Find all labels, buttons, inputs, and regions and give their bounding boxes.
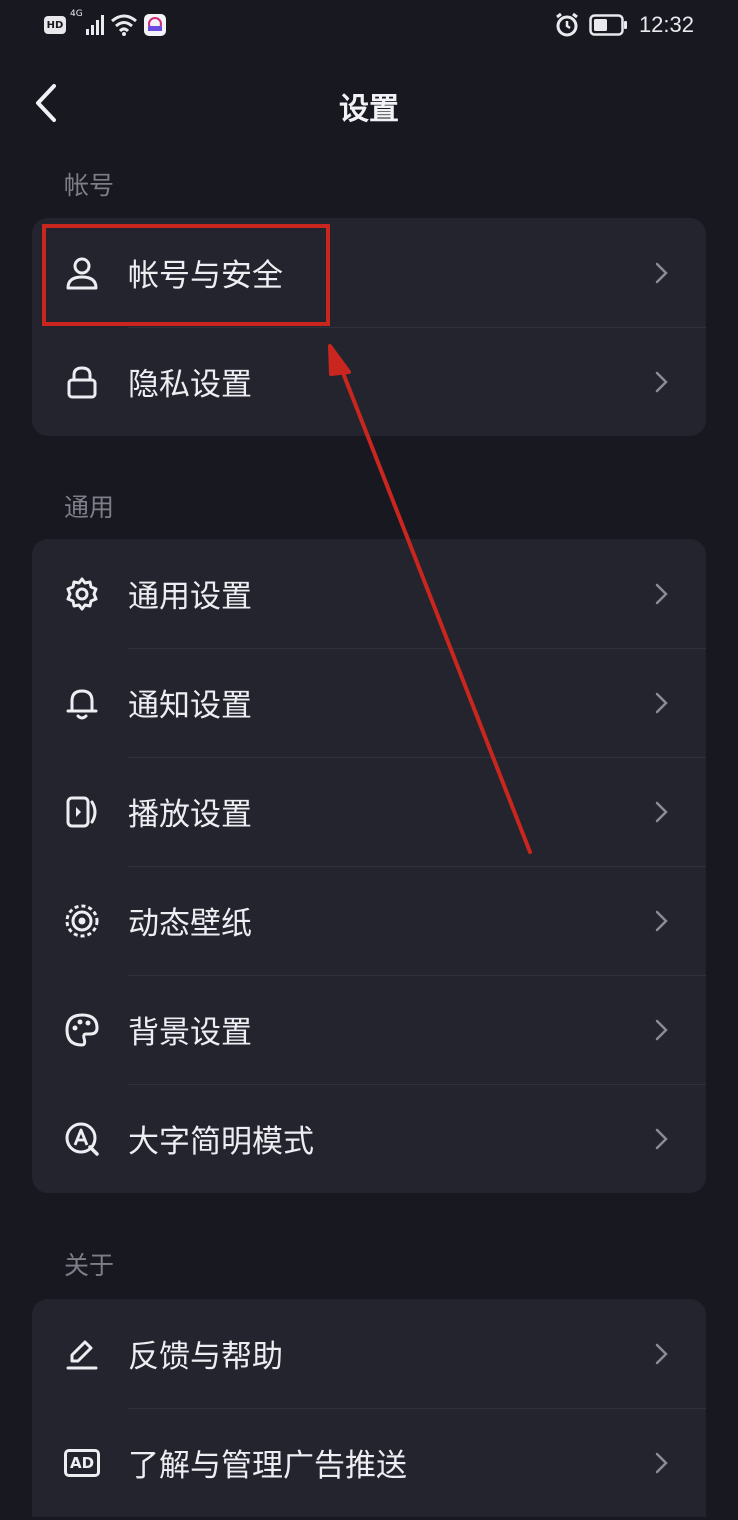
status-left-group: HD 4G xyxy=(44,9,166,37)
chevron-right-icon xyxy=(655,1343,668,1364)
section-label-account: 帐号 xyxy=(64,171,115,200)
play-screen-icon xyxy=(64,794,100,830)
pencil-icon xyxy=(64,1336,100,1372)
gear-icon xyxy=(64,576,100,612)
chevron-right-icon xyxy=(655,262,668,283)
row-label: 大字简明模式 xyxy=(128,1124,314,1160)
status-bar: HD 4G 12:32 xyxy=(0,0,738,52)
settings-row-background[interactable]: 背景设置 xyxy=(32,975,706,1084)
chevron-right-icon xyxy=(655,801,668,822)
row-label: 反馈与帮助 xyxy=(128,1339,283,1375)
row-label: 隐私设置 xyxy=(128,367,252,403)
chevron-right-icon xyxy=(655,1128,668,1149)
wallpaper-ring-icon xyxy=(64,903,100,939)
row-label: 通知设置 xyxy=(128,688,252,724)
chevron-right-icon xyxy=(655,583,668,604)
status-right-group: 12:32 xyxy=(555,12,694,38)
chevron-right-icon xyxy=(655,1452,668,1473)
alarm-icon xyxy=(555,12,579,38)
row-label: 了解与管理广告推送 xyxy=(128,1448,407,1484)
chevron-right-icon xyxy=(655,910,668,931)
person-icon xyxy=(64,255,100,291)
ad-icon: AD xyxy=(64,1448,100,1477)
settings-row-account-security[interactable]: 帐号与安全 xyxy=(32,218,706,327)
general-card: 通用设置 通知设置 播放设置 动态壁纸 背景设置 大字简明模式 xyxy=(32,539,706,1193)
settings-row-large-font[interactable]: 大字简明模式 xyxy=(32,1084,706,1193)
bell-icon xyxy=(64,685,100,721)
chevron-right-icon xyxy=(655,371,668,392)
settings-row-privacy[interactable]: 隐私设置 xyxy=(32,327,706,436)
large-font-icon xyxy=(64,1121,100,1157)
section-label-general: 通用 xyxy=(64,493,115,522)
row-label: 播放设置 xyxy=(128,797,252,833)
row-label: 帐号与安全 xyxy=(128,258,283,294)
ad-icon-text: AD xyxy=(69,1453,95,1472)
chevron-right-icon xyxy=(655,1019,668,1040)
settings-row-general[interactable]: 通用设置 xyxy=(32,539,706,648)
section-label-about: 关于 xyxy=(64,1251,115,1280)
settings-row-playback[interactable]: 播放设置 xyxy=(32,757,706,866)
settings-row-wallpaper[interactable]: 动态壁纸 xyxy=(32,866,706,975)
signal-icon: 4G xyxy=(70,9,104,37)
page-title: 设置 xyxy=(339,92,399,127)
lock-icon xyxy=(64,364,100,400)
settings-row-feedback[interactable]: 反馈与帮助 xyxy=(32,1299,706,1408)
settings-row-ad-management[interactable]: AD 了解与管理广告推送 xyxy=(32,1408,706,1517)
nav-bar: 设置 xyxy=(0,70,738,136)
account-card: 帐号与安全 隐私设置 xyxy=(32,218,706,436)
network-type-label: 4G xyxy=(70,9,83,19)
palette-icon xyxy=(64,1012,100,1048)
hd-badge: HD xyxy=(44,16,66,34)
battery-icon xyxy=(589,14,629,36)
row-label: 通用设置 xyxy=(128,579,252,615)
app-notification-icon xyxy=(144,14,166,36)
row-label: 背景设置 xyxy=(128,1015,252,1051)
about-card: 反馈与帮助 AD 了解与管理广告推送 xyxy=(32,1299,706,1517)
status-clock: 12:32 xyxy=(638,12,694,37)
row-label: 动态壁纸 xyxy=(128,906,252,942)
wifi-icon xyxy=(110,13,138,37)
settings-row-notification[interactable]: 通知设置 xyxy=(32,648,706,757)
chevron-right-icon xyxy=(655,692,668,713)
